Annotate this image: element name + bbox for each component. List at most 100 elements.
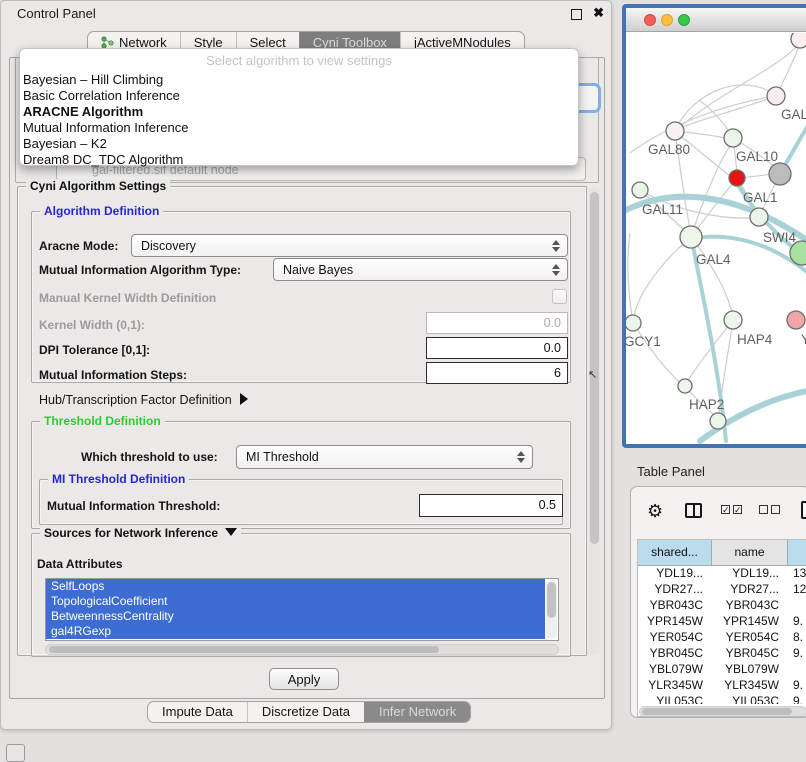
table-hscrollbar-thumb[interactable] — [642, 708, 792, 715]
network-edge[interactable] — [628, 233, 633, 323]
table-cell[interactable] — [788, 662, 806, 678]
network-node-gcy1[interactable] — [626, 315, 641, 331]
network-canvas[interactable]: GALGAL80GAL10GAL1GAL11SWI4GAL4GCY1HAP4YH… — [626, 33, 806, 444]
table-cell[interactable]: YPR145W — [638, 614, 712, 630]
table-row[interactable]: YLR345WYLR345W9. — [638, 678, 806, 694]
table-row[interactable]: YBL079WYBL079W — [638, 662, 806, 678]
column-header-name[interactable]: name — [712, 540, 788, 565]
table-cell[interactable]: YBR043C — [712, 598, 788, 614]
tab-discretize-data[interactable]: Discretize Data — [247, 702, 364, 722]
close-window-icon[interactable] — [644, 14, 656, 26]
column-header-partial[interactable] — [788, 540, 806, 565]
table-cell[interactable]: YDL19... — [712, 566, 788, 582]
network-node-gal80[interactable] — [666, 122, 684, 140]
network-node-gal10[interactable] — [724, 129, 742, 147]
table-cell[interactable]: YBL079W — [712, 662, 788, 678]
network-graph[interactable]: GALGAL80GAL10GAL1GAL11SWI4GAL4GCY1HAP4YH… — [626, 33, 806, 444]
manual-kernel-width-checkbox[interactable] — [552, 289, 567, 304]
table-cell[interactable]: YBR043C — [638, 598, 712, 614]
which-threshold-combo[interactable]: MI Threshold — [236, 445, 533, 469]
algorithm-option[interactable]: Dream8 DC_TDC Algorithm — [23, 152, 575, 168]
table-cell[interactable] — [788, 598, 806, 614]
float-panel-icon[interactable] — [571, 9, 582, 20]
mi-algorithm-type-combo[interactable]: Naive Bayes — [273, 258, 568, 281]
hub-definition-toggle[interactable]: Hub/Transcription Factor Definition — [39, 393, 248, 407]
network-node-swi4[interactable] — [750, 208, 768, 226]
mi-threshold-field[interactable]: 0.5 — [419, 494, 563, 517]
network-node-gal1[interactable] — [729, 170, 745, 186]
table-cell[interactable]: 9. — [788, 694, 806, 704]
table-row[interactable]: YPR145WYPR145W9. — [638, 614, 806, 630]
algorithm-option[interactable]: Bayesian – Hill Climbing — [23, 72, 575, 88]
table-cell[interactable]: YIL053C — [638, 694, 712, 704]
table-hscrollbar[interactable] — [639, 706, 806, 717]
attributes-hscrollbar-thumb[interactable] — [49, 646, 439, 653]
network-node-gal11[interactable] — [632, 182, 648, 198]
table-cell[interactable]: YIL053C — [712, 694, 788, 704]
kernel-width-field[interactable]: 0.0 — [426, 312, 568, 334]
zoom-window-icon[interactable] — [678, 14, 690, 26]
network-node[interactable] — [710, 413, 726, 429]
network-edge[interactable] — [678, 96, 776, 129]
dpi-tolerance-field[interactable]: 0.0 — [426, 337, 568, 359]
apply-button[interactable]: Apply — [269, 668, 339, 690]
table-cell[interactable]: YPR145W — [712, 614, 788, 630]
network-node-hap2[interactable] — [678, 379, 692, 393]
network-edge[interactable] — [634, 237, 691, 316]
table-cell[interactable]: 9. — [788, 614, 806, 630]
collapse-arrow-icon[interactable] — [225, 528, 237, 536]
algorithm-option[interactable]: Mutual Information Inference — [23, 120, 575, 136]
minimize-window-icon[interactable] — [661, 14, 673, 26]
algorithm-option[interactable]: Basic Correlation Inference — [23, 88, 575, 104]
table-cell[interactable]: YBR045C — [638, 646, 712, 662]
network-node[interactable] — [769, 163, 791, 185]
table-cell[interactable]: 12 — [788, 582, 806, 598]
table-cell[interactable]: YDR27... — [712, 582, 788, 598]
table-row[interactable]: YDR27...YDR27...12 — [638, 582, 806, 598]
network-node-gal[interactable] — [767, 87, 785, 105]
algorithm-option[interactable]: ARACNE Algorithm — [23, 104, 575, 120]
data-attribute-item[interactable]: TopologicalCoefficient — [46, 594, 545, 609]
table-cell[interactable]: 9. — [788, 678, 806, 694]
table-cell[interactable]: 8. — [788, 630, 806, 646]
table-row[interactable]: YIL053CYIL053C9. — [638, 694, 806, 704]
network-node[interactable] — [791, 33, 806, 48]
table-cell[interactable]: 9. — [788, 646, 806, 662]
tab-infer-network[interactable]: Infer Network — [364, 702, 470, 722]
new-table-icon[interactable] — [801, 501, 806, 519]
attributes-scrollbar[interactable] — [546, 580, 557, 639]
column-header-shared[interactable]: shared... — [638, 540, 712, 565]
table-body[interactable]: YDL19...YDL19...13YDR27...YDR27...12YBR0… — [638, 566, 806, 704]
data-attribute-item[interactable]: gal4RGexp — [46, 624, 545, 639]
aracne-mode-combo[interactable]: Discovery — [131, 234, 568, 257]
network-node-hap4[interactable] — [724, 311, 742, 329]
table-cell[interactable]: YLR345W — [638, 678, 712, 694]
table-cell[interactable]: YER054C — [638, 630, 712, 646]
table-cell[interactable]: YLR345W — [712, 678, 788, 694]
tab-impute-data[interactable]: Impute Data — [148, 702, 247, 722]
table-row[interactable]: YER054CYER054C8. — [638, 630, 806, 646]
table-cell[interactable]: YBL079W — [638, 662, 712, 678]
data-attribute-item[interactable]: SelfLoops — [46, 579, 545, 594]
data-attribute-item[interactable]: BetweennessCentrality — [46, 609, 545, 624]
table-row[interactable]: YBR043CYBR043C — [638, 598, 806, 614]
network-node-y[interactable] — [787, 311, 805, 329]
mi-steps-field[interactable]: 6 — [426, 362, 568, 384]
table-cell[interactable]: 13 — [788, 566, 806, 582]
table-cell[interactable]: YBR045C — [712, 646, 788, 662]
table-row[interactable]: YDL19...YDL19...13 — [638, 566, 806, 582]
expand-arrow-icon[interactable] — [240, 393, 248, 405]
deselect-all-columns-icon[interactable] — [759, 505, 780, 514]
table-row[interactable]: YBR045CYBR045C9. — [638, 646, 806, 662]
attributes-hscrollbar[interactable] — [45, 644, 559, 655]
network-edge[interactable] — [691, 145, 731, 237]
attributes-scrollbar-thumb[interactable] — [547, 582, 556, 618]
table-cell[interactable]: YDL19... — [638, 566, 712, 582]
select-all-columns-icon[interactable]: ✓ ✓ — [721, 505, 742, 514]
network-edge[interactable] — [633, 323, 680, 383]
close-panel-icon[interactable]: ✖ — [593, 5, 604, 21]
network-window-titlebar[interactable] — [626, 8, 806, 32]
columns-icon[interactable] — [685, 503, 702, 518]
minimized-panel-button[interactable] — [6, 744, 25, 762]
network-node-gal4[interactable] — [680, 226, 702, 248]
